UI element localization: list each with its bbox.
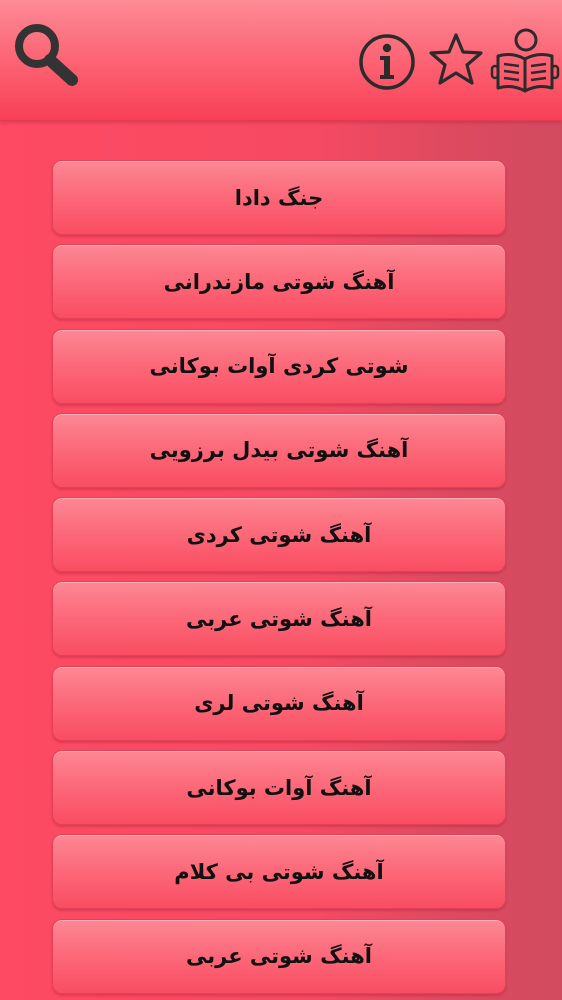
list-item-label: آهنگ شوتی بی کلام — [174, 859, 384, 884]
list-item[interactable]: آهنگ شوتی بیدل برزویی — [52, 412, 506, 488]
search-button[interactable] — [10, 20, 84, 90]
favorites-button[interactable] — [426, 31, 486, 89]
list-item[interactable]: آهنگ آوات بوکانی — [52, 750, 506, 826]
list-item[interactable]: آهنگ شوتی عربی — [52, 918, 506, 994]
list-item-label: آهنگ شوتی عربی — [186, 606, 372, 631]
list-item-label: آهنگ شوتی عربی — [186, 944, 372, 969]
top-toolbar — [0, 0, 562, 121]
list-item[interactable]: آهنگ شوتی عربی — [52, 581, 506, 657]
list-item-label: آهنگ آوات بوکانی — [186, 775, 372, 800]
list-item-label: جنگ دادا — [234, 185, 324, 210]
list-item[interactable]: شوتی کردی آوات بوکانی — [52, 328, 506, 404]
list-item[interactable]: آهنگ شوتی بی کلام — [52, 834, 506, 910]
reading-book-icon — [490, 28, 560, 93]
list-item[interactable]: آهنگ شوتی لری — [52, 665, 506, 741]
song-list: جنگ دادا آهنگ شوتی مازندرانی شوتی کردی آ… — [52, 160, 506, 1000]
list-item-label: آهنگ شوتی کردی — [186, 522, 372, 547]
info-button[interactable] — [357, 32, 417, 92]
star-icon — [429, 33, 483, 85]
app-screen: جنگ دادا آهنگ شوتی مازندرانی شوتی کردی آ… — [0, 0, 562, 1000]
search-icon — [15, 24, 78, 86]
list-item[interactable]: جنگ دادا — [52, 160, 506, 235]
list-item-label: آهنگ شوتی بیدل برزویی — [149, 438, 409, 463]
list-item-label: آهنگ شوتی لری — [194, 691, 364, 716]
info-icon — [359, 34, 415, 90]
list-item[interactable]: آهنگ شوتی کردی — [52, 497, 506, 573]
list-item-label: شوتی کردی آوات بوکانی — [149, 354, 409, 379]
list-item[interactable]: آهنگ شوتی مازندرانی — [52, 244, 506, 320]
about-button[interactable] — [490, 26, 560, 96]
list-item-label: آهنگ شوتی مازندرانی — [163, 269, 395, 294]
